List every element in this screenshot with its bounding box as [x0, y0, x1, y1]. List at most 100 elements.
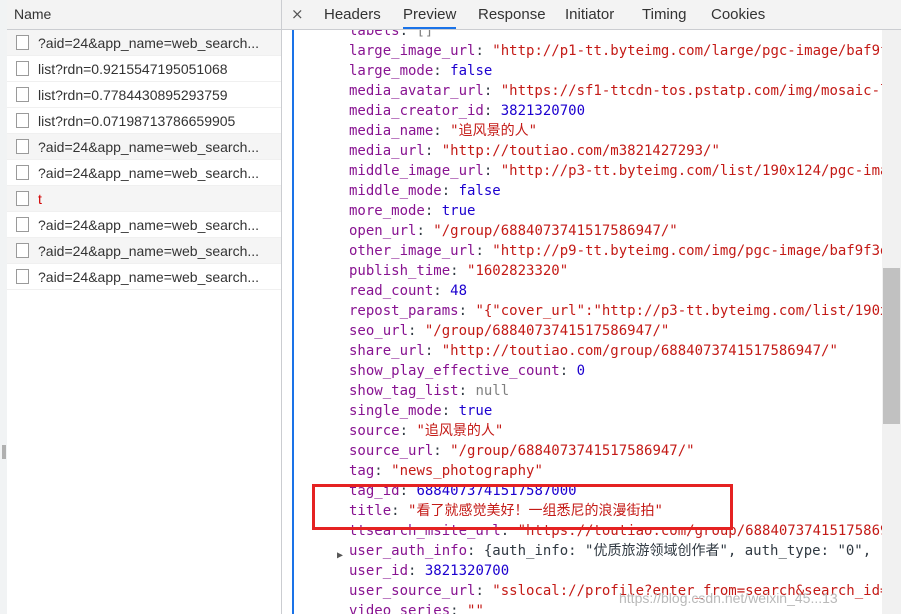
json-property-row[interactable]: seo_url: "/group/6884073741517586947/": [349, 321, 669, 341]
json-property-row[interactable]: other_image_url: "http://p9-tt.byteimg.c…: [349, 241, 897, 261]
json-value: "http://toutiao.com/m3821427293/": [441, 143, 720, 159]
json-separator: :: [475, 243, 493, 259]
preview-scrollbar[interactable]: [882, 30, 901, 614]
json-property-row[interactable]: source_url: "/group/6884073741517586947/…: [349, 441, 695, 461]
json-property-row[interactable]: share_url: "http://toutiao.com/group/688…: [349, 341, 838, 361]
json-separator: :: [458, 383, 476, 399]
json-value: false: [458, 183, 501, 199]
json-property-row[interactable]: publish_time: "1602823320": [349, 261, 568, 281]
json-property-row[interactable]: media_avatar_url: "https://sf1-ttcdn-tos…: [349, 81, 897, 101]
file-icon: [16, 113, 29, 128]
json-property-row[interactable]: media_name: "追风景的人": [349, 121, 537, 141]
json-value: "{"cover_url":"http://p3-tt.byteimg.com/…: [475, 303, 897, 319]
watermark: https://blog.csdn.net/weixin_45...13: [619, 590, 838, 606]
request-list-panel: Name ?aid=24&app_name=web_search... list?…: [0, 0, 282, 614]
request-row[interactable]: ?aid=24&app_name=web_search...: [7, 160, 281, 186]
scrollbar-thumb[interactable]: [883, 268, 900, 424]
request-row[interactable]: list?rdn=0.7784430895293759: [7, 82, 281, 108]
request-row[interactable]: ?aid=24&app_name=web_search...: [7, 134, 281, 160]
json-value: "http://toutiao.com/group/68840737415175…: [441, 343, 838, 359]
request-row[interactable]: list?rdn=0.9215547195051068: [7, 56, 281, 82]
json-key: user_auth_info: [349, 543, 468, 559]
json-key: source: [349, 423, 400, 439]
json-key: repost_params: [349, 303, 459, 319]
json-key: more_mode: [349, 203, 425, 219]
json-key: labels: [349, 30, 400, 39]
json-value: null: [475, 383, 510, 399]
json-value: "/group/6884073741517586947/": [433, 223, 678, 239]
preview-content[interactable]: labels: [] large_image_url: "http://p1-tt…: [282, 30, 901, 614]
file-icon: [16, 243, 29, 258]
json-property-row[interactable]: open_url: "/group/6884073741517586947/": [349, 221, 678, 241]
close-icon[interactable]: ×: [291, 5, 304, 23]
json-separator: :: [475, 583, 493, 599]
json-separator: :: [399, 30, 417, 39]
file-icon: [16, 35, 29, 50]
request-name: list?rdn=0.7784430895293759: [38, 87, 228, 103]
json-separator: :: [424, 143, 442, 159]
json-separator: :: [416, 223, 434, 239]
json-property-row[interactable]: media_creator_id: 3821320700: [349, 101, 585, 121]
json-property-row[interactable]: middle_mode: false: [349, 181, 501, 201]
tab-cookies[interactable]: Cookies: [711, 6, 765, 23]
file-icon: [16, 61, 29, 76]
request-row[interactable]: list?rdn=0.07198713786659905: [7, 108, 281, 134]
request-row[interactable]: ?aid=24&app_name=web_search...: [7, 238, 281, 264]
json-separator: :: [374, 463, 392, 479]
panel-resize-gutter[interactable]: [0, 0, 7, 614]
json-property-row[interactable]: read_count: 48: [349, 281, 467, 301]
json-key: media_creator_id: [349, 103, 484, 119]
json-property-row[interactable]: show_tag_list: null: [349, 381, 509, 401]
file-icon: [16, 191, 29, 206]
tab-initiator[interactable]: Initiator: [565, 6, 614, 23]
json-property-row[interactable]: user_id: 3821320700: [349, 561, 509, 581]
request-name: ?aid=24&app_name=web_search...: [38, 139, 260, 155]
json-property-row[interactable]: repost_params: "{"cover_url":"http://p3-…: [349, 301, 897, 321]
request-row[interactable]: t: [7, 186, 281, 212]
request-row[interactable]: ?aid=24&app_name=web_search...: [7, 30, 281, 56]
json-property-row[interactable]: source: "追风景的人": [349, 421, 503, 441]
json-property-row[interactable]: middle_image_url: "http://p3-tt.byteimg.…: [349, 161, 897, 181]
request-name: ?aid=24&app_name=web_search...: [38, 269, 260, 285]
json-separator: :: [441, 403, 459, 419]
expand-triangle-icon[interactable]: ▶: [337, 546, 343, 566]
json-key: media_name: [349, 123, 434, 139]
json-property-row[interactable]: labels: []: [349, 30, 433, 41]
file-icon: [16, 87, 29, 102]
json-separator: :: [483, 83, 501, 99]
tab-response[interactable]: Response: [478, 6, 546, 23]
json-property-row[interactable]: single_mode: true: [349, 401, 492, 421]
title-highlight-box: [312, 484, 733, 530]
json-key: large_image_url: [349, 43, 476, 59]
json-key: publish_time: [349, 263, 451, 279]
json-property-row[interactable]: media_url: "http://toutiao.com/m38214272…: [349, 141, 720, 161]
json-key: large_mode: [349, 63, 434, 79]
json-property-row[interactable]: more_mode: true: [349, 201, 475, 221]
json-property-row[interactable]: large_mode: false: [349, 61, 492, 81]
drag-handle-icon[interactable]: [2, 445, 6, 459]
json-value: "/group/6884073741517586947/": [450, 443, 695, 459]
tab-preview[interactable]: Preview: [403, 6, 457, 29]
json-property-row[interactable]: show_play_effective_count: 0: [349, 361, 585, 381]
json-separator: :: [483, 163, 501, 179]
json-value: "http://p1-tt.byteimg.com/large/pgc-imag…: [492, 43, 897, 59]
json-separator: :: [433, 283, 451, 299]
json-value: "": [467, 603, 484, 614]
json-property-row[interactable]: video_series: "": [349, 601, 484, 614]
json-property-row[interactable]: large_image_url: "http://p1-tt.byteimg.c…: [349, 41, 897, 61]
name-column-header[interactable]: Name: [7, 0, 281, 30]
tab-timing[interactable]: Timing: [642, 6, 686, 23]
request-row[interactable]: ?aid=24&app_name=web_search...: [7, 212, 281, 238]
json-property-row[interactable]: ▶ user_auth_info: {auth_info: "优质旅游领域创作者"…: [337, 541, 871, 561]
json-key: show_play_effective_count: [349, 363, 560, 379]
request-name: list?rdn=0.9215547195051068: [38, 61, 228, 77]
request-name: ?aid=24&app_name=web_search...: [38, 217, 260, 233]
request-row[interactable]: ?aid=24&app_name=web_search...: [7, 264, 281, 290]
json-key: single_mode: [349, 403, 442, 419]
json-value: 3821320700: [424, 563, 510, 579]
json-separator: :: [424, 203, 442, 219]
tab-headers[interactable]: Headers: [324, 6, 381, 23]
detail-tab-bar: × Headers Preview Response Initiator Timing C…: [282, 0, 901, 30]
json-property-row[interactable]: tag: "news_photography": [349, 461, 543, 481]
json-value: true: [458, 403, 493, 419]
